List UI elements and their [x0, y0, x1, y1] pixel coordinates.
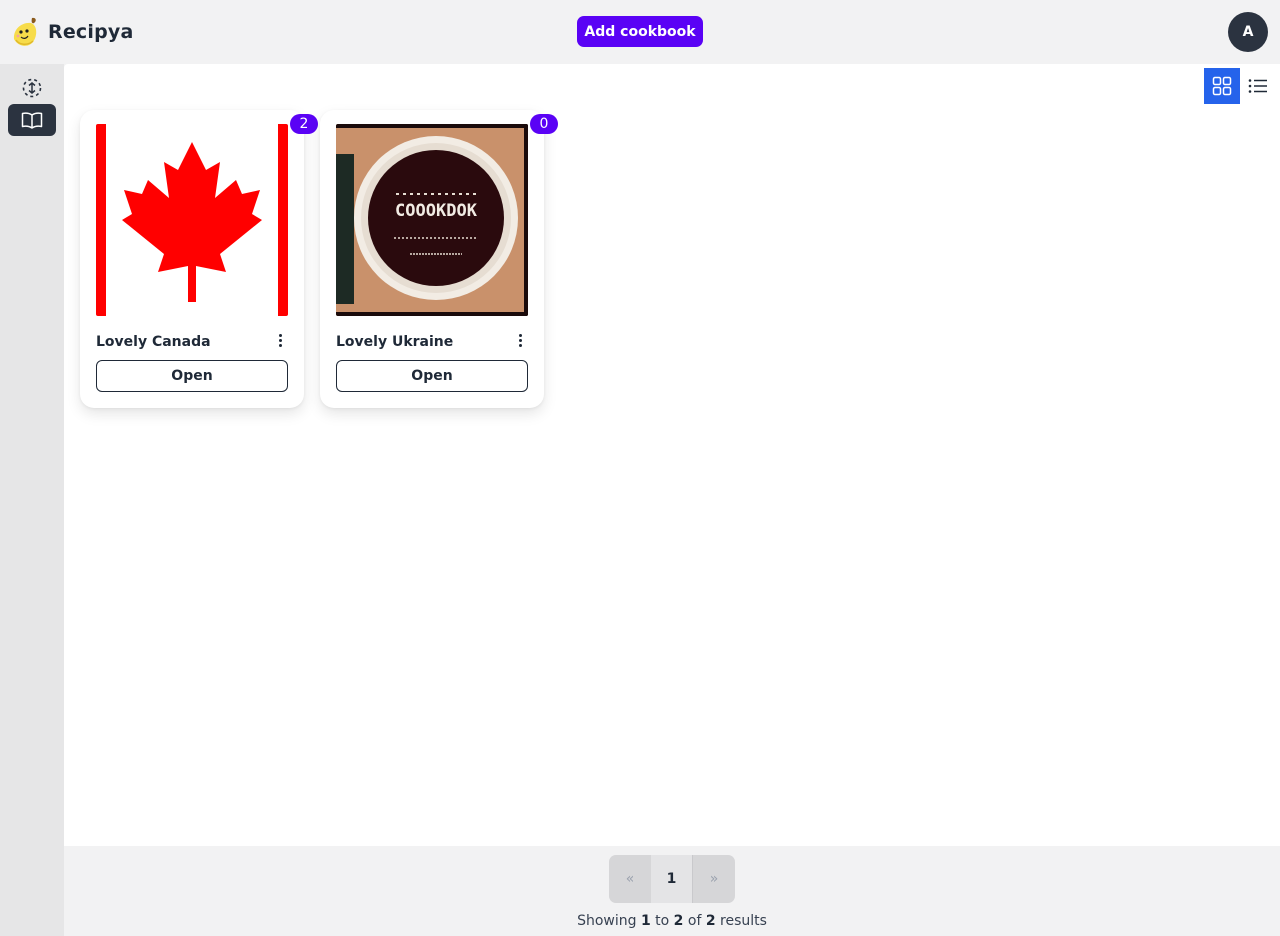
grid-icon: [1212, 76, 1232, 96]
recipe-count-badge: 0: [530, 114, 558, 134]
open-cookbook-button[interactable]: Open: [96, 360, 288, 392]
cookbook-title: Lovely Ukraine: [336, 334, 454, 350]
list-view-button[interactable]: [1240, 68, 1276, 104]
results-suffix: results: [720, 913, 767, 929]
cookbook-plate-text: COOOKDOK: [395, 201, 478, 221]
avatar[interactable]: A: [1228, 12, 1268, 52]
open-cookbook-button[interactable]: Open: [336, 360, 528, 392]
cookbook-card: 2 Lovely Canada Open: [80, 110, 318, 408]
more-options-icon[interactable]: [512, 330, 528, 350]
recipe-count-badge: 2: [290, 114, 318, 134]
results-prefix: Showing: [577, 913, 637, 929]
top-bar: Recipya Add cookbook A: [0, 0, 1280, 64]
brand[interactable]: Recipya: [10, 14, 134, 50]
sidebar: [0, 64, 64, 936]
view-toggle: [1204, 68, 1276, 104]
grid-view-button[interactable]: [1204, 68, 1240, 104]
dashed-arrows-icon: [22, 78, 42, 98]
sidebar-item-recipes[interactable]: [8, 72, 56, 104]
results-of-word: of: [687, 913, 702, 929]
list-icon: [1248, 79, 1267, 93]
results-total: 2: [705, 913, 716, 929]
results-to: 2: [673, 913, 684, 929]
pagination-footer: « 1 » Showing 1 to 2 of 2 results: [64, 846, 1280, 936]
cookbook-image-canada-flag[interactable]: [96, 124, 288, 316]
cookbook-card: COOOKDOK 0 Lovely Ukraine Open: [320, 110, 558, 408]
cookbook-title: Lovely Canada: [96, 334, 211, 350]
results-summary: Showing 1 to 2 of 2 results: [64, 913, 1280, 929]
prev-page-button[interactable]: «: [609, 855, 651, 903]
pagination: « 1 »: [609, 855, 735, 903]
banana-mascot-icon: [13, 17, 37, 46]
cookbook-image-plate[interactable]: COOOKDOK: [336, 124, 528, 316]
sidebar-item-cookbooks[interactable]: [8, 104, 56, 136]
next-page-button[interactable]: »: [693, 855, 735, 903]
add-cookbook-button[interactable]: Add cookbook: [577, 16, 703, 47]
main-content: 2 Lovely Canada Open COOOKDOK 0 Lovely U…: [64, 64, 1280, 846]
book-open-icon: [21, 112, 43, 129]
page-button-current[interactable]: 1: [651, 855, 693, 903]
results-from: 1: [640, 913, 651, 929]
app-name: Recipya: [48, 21, 134, 43]
results-to-word: to: [655, 913, 670, 929]
more-options-icon[interactable]: [272, 330, 288, 350]
